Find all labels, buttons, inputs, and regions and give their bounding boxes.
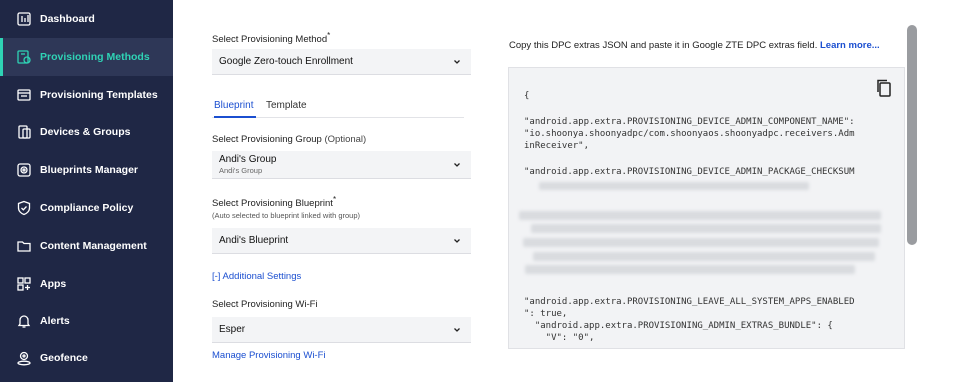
group-select-value: Andi's Group <box>219 154 277 165</box>
redacted-text <box>539 182 809 190</box>
redacted-text <box>525 265 855 274</box>
sidebar-item-compliance-policy[interactable]: Compliance Policy <box>0 189 173 227</box>
sidebar-item-label: Provisioning Methods <box>40 51 150 63</box>
sidebar-item-provisioning-methods[interactable]: Provisioning Methods <box>0 38 173 76</box>
method-select[interactable]: Google Zero-touch Enrollment <box>212 49 471 75</box>
blueprints-icon <box>16 162 32 178</box>
blueprint-select-value: Andi's Blueprint <box>219 235 289 246</box>
provisioning-form: Select Provisioning Method* Google Zero-… <box>212 0 472 382</box>
sidebar-item-label: Devices & Groups <box>40 126 131 138</box>
group-select-sub: Andi's Group <box>219 166 263 175</box>
sidebar-item-label: Compliance Policy <box>40 202 134 214</box>
tab-bar: Blueprint Template <box>212 98 464 118</box>
json-line: "android.app.extra.PROVISIONING_LEAVE_AL… <box>524 297 855 307</box>
redacted-text <box>533 252 875 261</box>
chevron-down-icon <box>454 327 460 332</box>
method-select-value: Google Zero-touch Enrollment <box>219 56 353 67</box>
redacted-text <box>523 238 879 247</box>
chevron-down-icon <box>454 59 460 64</box>
json-line: ": true, <box>524 309 568 319</box>
folder-icon <box>16 238 32 254</box>
sidebar-item-geofence[interactable]: Geofence <box>0 339 173 377</box>
chevron-down-icon <box>454 238 460 243</box>
wifi-select-value: Esper <box>219 324 246 335</box>
group-label: Select Provisioning Group (Optional) <box>212 134 367 145</box>
app-root: Dashboard Provisioning Methods Provision… <box>0 0 964 382</box>
blueprint-select[interactable]: Andi's Blueprint <box>212 228 471 254</box>
sidebar-item-blueprints-manager[interactable]: Blueprints Manager <box>0 151 173 189</box>
sidebar-item-label: Blueprints Manager <box>40 164 139 176</box>
dashboard-icon <box>16 11 32 27</box>
redacted-text <box>519 211 881 220</box>
sidebar: Dashboard Provisioning Methods Provision… <box>0 0 173 382</box>
manage-wifi-link[interactable]: Manage Provisioning Wi-Fi <box>212 350 326 361</box>
sidebar-item-dashboard[interactable]: Dashboard <box>0 0 173 38</box>
json-line: inReceiver", <box>524 141 590 151</box>
json-line: "android.app.extra.PROVISIONING_DEVICE_A… <box>524 117 855 127</box>
geofence-icon <box>16 350 32 366</box>
sidebar-item-label: Dashboard <box>40 13 95 25</box>
tab-template[interactable]: Template <box>266 98 307 118</box>
additional-settings-link[interactable]: [-] Additional Settings <box>212 271 301 282</box>
bell-icon <box>16 313 32 329</box>
blueprint-hint: (Auto selected to blueprint linked with … <box>212 211 361 220</box>
wifi-label: Select Provisioning Wi-Fi <box>212 299 318 310</box>
sidebar-item-provisioning-templates[interactable]: Provisioning Templates <box>0 76 173 114</box>
sidebar-item-label: Content Management <box>40 240 147 252</box>
copy-icon[interactable] <box>875 78 893 98</box>
sidebar-item-label: Provisioning Templates <box>40 89 158 101</box>
learn-more-link[interactable]: Learn more... <box>820 40 880 51</box>
sidebar-item-apps[interactable]: Apps <box>0 265 173 303</box>
sidebar-item-content-management[interactable]: Content Management <box>0 227 173 265</box>
redacted-text <box>531 224 881 233</box>
sidebar-item-devices-groups[interactable]: Devices & Groups <box>0 113 173 151</box>
sidebar-item-label: Apps <box>40 278 67 290</box>
json-open-brace: { <box>524 91 530 101</box>
json-line: "io.shoonya.shoonyadpc/com.shoonyaos.sho… <box>524 129 855 139</box>
provisioning-methods-icon <box>16 49 32 65</box>
dpc-extras-instructions: Copy this DPC extras JSON and paste it i… <box>509 40 880 51</box>
sidebar-item-alerts[interactable]: Alerts <box>0 302 173 340</box>
json-line: "android.app.extra.PROVISIONING_ADMIN_EX… <box>524 321 833 331</box>
blueprint-label: Select Provisioning Blueprint* <box>212 195 337 210</box>
provisioning-templates-icon <box>16 87 32 103</box>
json-line: "android.app.extra.PROVISIONING_DEVICE_A… <box>524 167 855 177</box>
group-select[interactable]: Andi's Group Andi's Group <box>212 151 471 179</box>
method-label: Select Provisioning Method* <box>212 31 331 46</box>
devices-icon <box>16 124 32 140</box>
tab-blueprint[interactable]: Blueprint <box>214 98 256 118</box>
shield-icon <box>16 200 32 216</box>
dpc-extras-json-panel: { "android.app.extra.PROVISIONING_DEVICE… <box>508 67 905 349</box>
sidebar-item-label: Geofence <box>40 352 88 364</box>
apps-icon <box>16 276 32 292</box>
wifi-select[interactable]: Esper <box>212 317 471 343</box>
scrollbar-thumb[interactable] <box>907 25 917 245</box>
json-line: "V": "0", <box>524 333 595 343</box>
sidebar-item-label: Alerts <box>40 315 70 327</box>
chevron-down-icon <box>454 162 460 167</box>
